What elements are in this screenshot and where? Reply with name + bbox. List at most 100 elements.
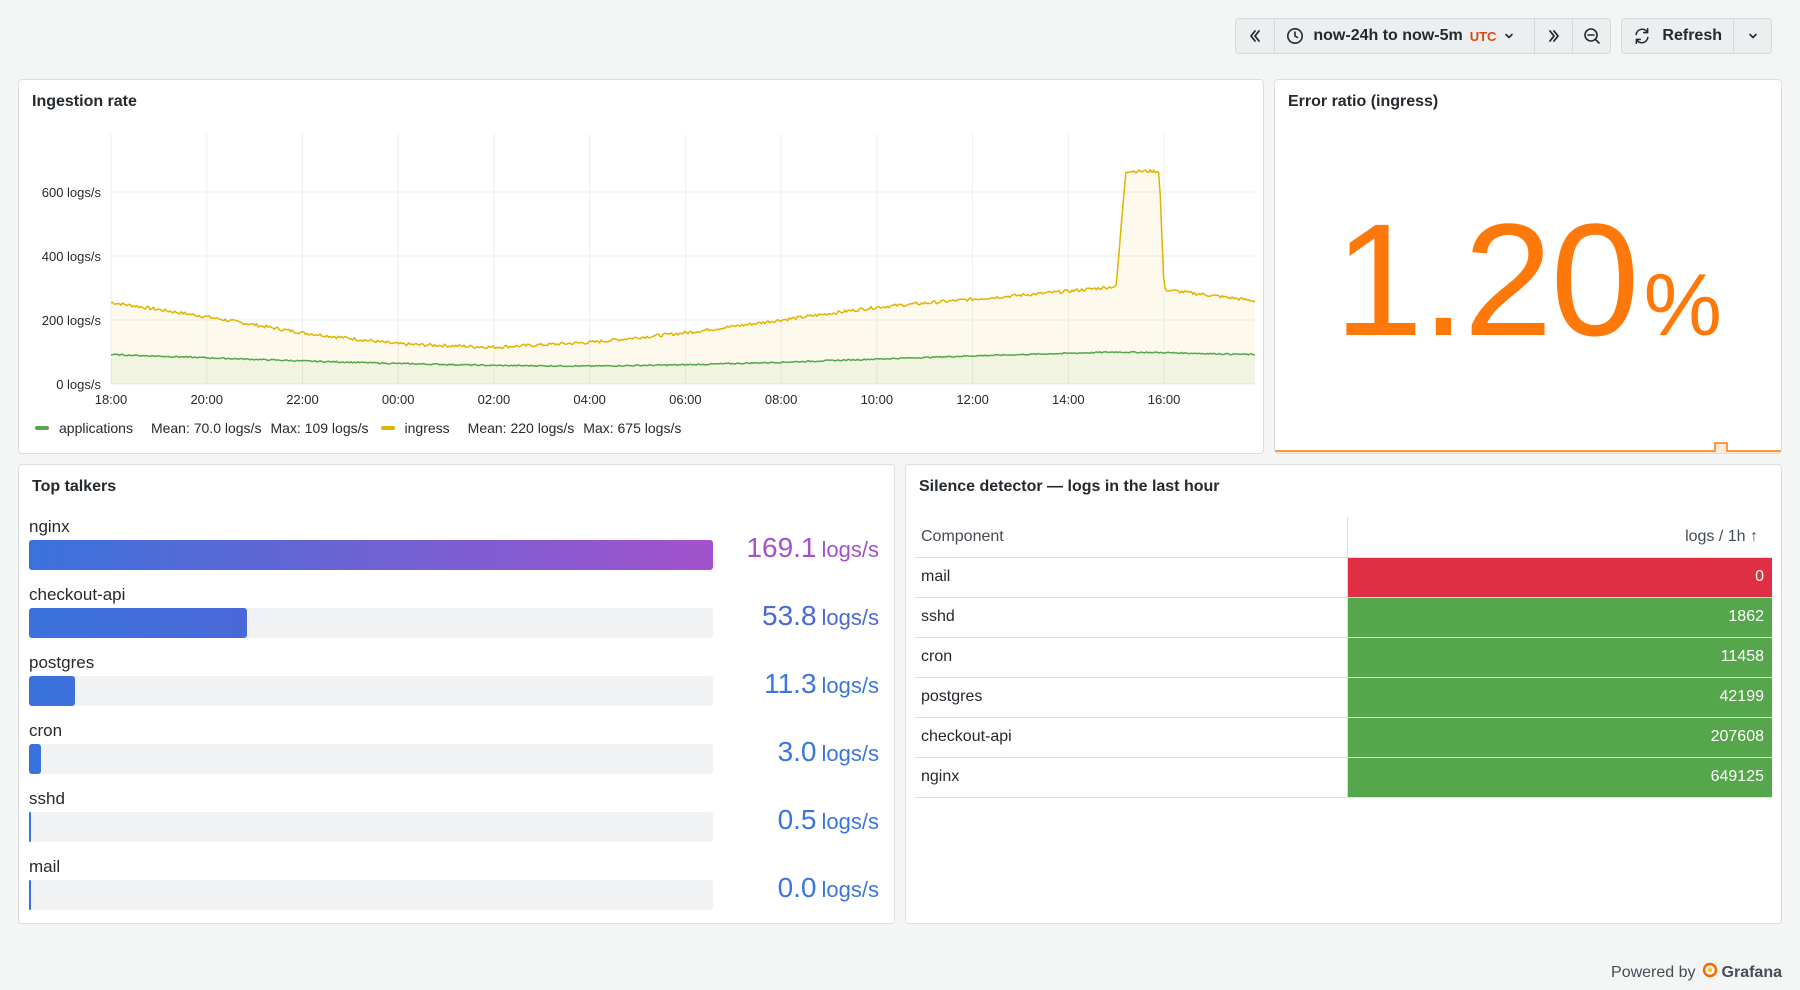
zoom-out-icon	[1583, 27, 1601, 45]
column-header-component[interactable]: Component	[915, 517, 1347, 558]
bar-gauge-row: sshd 0.5 logs/s	[29, 789, 889, 849]
refresh-group: Refresh	[1621, 18, 1772, 54]
component-cell: nginx	[915, 757, 1347, 798]
x-tick-label: 22:00	[286, 392, 319, 407]
bar-gauge-track	[29, 540, 713, 570]
logs-cell: 0	[1346, 557, 1772, 598]
bar-gauge-track	[29, 744, 713, 774]
silence-table: Component logs / 1h ↑ mail 0 sshd 1862 cron 1…	[915, 517, 1772, 798]
y-tick-label: 200 logs/s	[42, 313, 102, 328]
component-cell: sshd	[915, 597, 1347, 638]
logs-cell: 42199	[1346, 677, 1772, 718]
logs-cell: 649125	[1346, 757, 1772, 798]
bar-gauge-row: checkout-api 53.8 logs/s	[29, 585, 889, 645]
bar-gauge-unit: logs/s	[821, 877, 879, 902]
bar-gauge-number: 169.1	[746, 532, 817, 563]
bar-gauge-fill[interactable]	[29, 608, 247, 638]
x-tick-label: 10:00	[861, 392, 894, 407]
bar-gauge-track	[29, 880, 713, 910]
bar-gauge-value: 11.3 logs/s	[764, 668, 879, 700]
bar-gauge-label: nginx	[29, 517, 70, 536]
grafana-logo-icon	[1702, 962, 1718, 983]
logs-cell: 207608	[1346, 717, 1772, 758]
bar-gauge-label: postgres	[29, 653, 95, 672]
dashboard-toolbar: now-24h to now-5m UTC Refresh	[1235, 18, 1772, 54]
bar-gauge-label: cron	[29, 721, 63, 740]
panel-title: Error ratio (ingress)	[1288, 93, 1439, 110]
bar-gauge-fill[interactable]	[29, 676, 75, 706]
time-range-label: now-24h to now-5m	[1313, 27, 1463, 44]
x-tick-label: 06:00	[669, 392, 702, 407]
top-talkers-panel[interactable]: Top talkers nginx 169.1 logs/s checkout-api…	[18, 464, 895, 924]
bar-gauge-fill[interactable]	[29, 812, 31, 842]
logs-cell: 1862	[1346, 597, 1772, 638]
bar-gauge-row: mail 0.0 logs/s	[29, 857, 889, 917]
bar-gauge-row: cron 3.0 logs/s	[29, 721, 889, 781]
refresh-icon	[1633, 27, 1651, 45]
column-header-label: logs / 1h	[1685, 527, 1746, 545]
table-row[interactable]: checkout-api 207608	[915, 717, 1772, 758]
bar-gauge-track	[29, 676, 713, 706]
ingestion-rate-panel[interactable]: Ingestion rate 18:00 20:00 22:00 00:00 02:00…	[18, 79, 1264, 454]
shift-back-button[interactable]	[1236, 19, 1274, 53]
table-row[interactable]: postgres 42199	[915, 677, 1772, 718]
bar-gauge-unit: logs/s	[821, 741, 879, 766]
bar-gauge-number: 11.3	[764, 668, 817, 699]
table-row[interactable]: nginx 649125	[915, 757, 1772, 798]
error-ratio-panel[interactable]: Error ratio (ingress) 1.20%	[1274, 79, 1782, 454]
bar-gauge-fill[interactable]	[29, 540, 713, 570]
ingestion-rate-chart[interactable]: 18:00 20:00 22:00 00:00 02:00 04:00 06:00 08:00…	[19, 80, 1264, 420]
bar-gauge-number: 0.0	[777, 872, 817, 903]
bar-gauge-unit: logs/s	[821, 537, 879, 562]
x-tick-label: 00:00	[382, 392, 415, 407]
component-cell: postgres	[915, 677, 1347, 718]
bar-gauge-unit: logs/s	[821, 673, 879, 698]
bar-gauge-unit: logs/s	[821, 605, 879, 630]
bar-gauge-number: 0.5	[777, 804, 817, 835]
chevrons-left-icon	[1248, 29, 1262, 43]
x-tick-label: 14:00	[1052, 392, 1085, 407]
table-row[interactable]: mail 0	[915, 557, 1772, 598]
bar-gauge-value: 0.0 logs/s	[778, 872, 879, 904]
legend-item-applications[interactable]: applications Mean: 70.0 logs/s Max: 109 lo…	[35, 420, 369, 436]
legend-swatch	[380, 426, 395, 430]
panel-title: Silence detector — logs in the last hour	[919, 478, 1220, 495]
powered-by-footer: Powered by Grafana	[1611, 962, 1782, 983]
legend-max: Max: 109 logs/s	[270, 420, 369, 436]
bar-gauge-fill[interactable]	[29, 744, 41, 774]
time-range-picker[interactable]: now-24h to now-5m UTC	[1274, 19, 1534, 53]
table-row[interactable]: cron 11458	[915, 637, 1772, 678]
bar-gauge-track	[29, 812, 713, 842]
column-header-logs[interactable]: logs / 1h ↑	[1346, 517, 1772, 558]
table-row[interactable]: sshd 1862	[915, 597, 1772, 638]
bar-gauge-label: checkout-api	[29, 585, 126, 604]
table-header-row: Component logs / 1h ↑	[915, 517, 1772, 558]
shift-forward-button[interactable]	[1534, 19, 1572, 53]
x-tick-label: 20:00	[190, 392, 223, 407]
grafana-brand: Grafana	[1721, 963, 1782, 981]
silence-detector-panel[interactable]: Silence detector — logs in the last hour…	[905, 464, 1782, 924]
stat-number: 1.20	[1334, 190, 1639, 369]
x-tick-label: 02:00	[478, 392, 511, 407]
timezone-label: UTC	[1469, 28, 1497, 44]
bar-gauge-value: 169.1 logs/s	[746, 532, 879, 564]
clock-icon	[1286, 27, 1304, 45]
bar-gauge-unit: logs/s	[821, 809, 879, 834]
bar-gauge-row: postgres 11.3 logs/s	[29, 653, 889, 713]
refresh-button[interactable]: Refresh	[1622, 19, 1733, 53]
sort-ascending-icon: ↑	[1750, 527, 1758, 545]
zoom-out-button[interactable]	[1572, 19, 1610, 53]
legend-item-ingress[interactable]: ingress Mean: 220 logs/s Max: 675 logs/s	[380, 420, 681, 436]
refresh-interval-button[interactable]	[1733, 19, 1771, 53]
powered-by-label: Powered by	[1611, 963, 1696, 981]
bar-gauge-label: sshd	[29, 789, 65, 808]
chevron-down-icon	[1748, 31, 1758, 41]
chevron-down-icon	[1504, 31, 1514, 41]
chart-legend: applications Mean: 70.0 logs/s Max: 109 lo…	[35, 420, 693, 436]
bar-gauge-fill[interactable]	[29, 880, 31, 910]
legend-series-name: ingress	[404, 420, 450, 436]
sparkline-line	[1275, 442, 1781, 452]
stat-unit: %	[1643, 255, 1722, 354]
stat-value: 1.20%	[1275, 200, 1781, 360]
error-ratio-sparkline	[1275, 442, 1781, 453]
